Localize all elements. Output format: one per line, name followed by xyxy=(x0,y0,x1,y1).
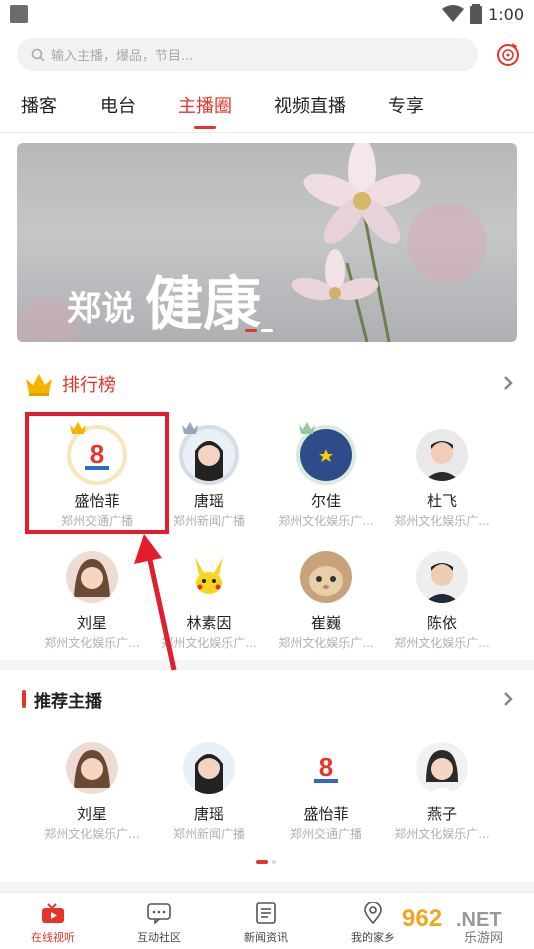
avatar: 8 xyxy=(300,742,352,794)
anchor-name: 尔佳 xyxy=(310,492,341,510)
status-time: 1:00 xyxy=(488,4,524,24)
chevron-right-icon[interactable] xyxy=(502,690,514,708)
svg-text:8: 8 xyxy=(319,752,333,782)
arrow-annotation xyxy=(134,534,177,671)
nav-label: 互动社区 xyxy=(137,931,181,944)
anchor-station: 郑州文化娱乐广... xyxy=(278,514,374,528)
nav-item-news[interactable]: 新闻资讯 xyxy=(213,901,319,945)
anchor-station: 郑州文化娱乐广... xyxy=(394,827,490,841)
chat-icon xyxy=(147,903,171,924)
anchor-station: 郑州交通广播 xyxy=(289,827,362,841)
rank-crown-icon xyxy=(299,422,315,434)
nav-label: 在线视听 xyxy=(31,931,75,944)
svg-text:962: 962 xyxy=(402,905,442,932)
avatar xyxy=(183,551,235,603)
page-dot xyxy=(272,860,276,864)
section-divider xyxy=(0,882,534,892)
tab-bar: 播客 电台 主播圈 视频直播 专享 xyxy=(0,92,534,132)
anchor-station: 郑州文化娱乐广... xyxy=(44,827,140,841)
avatar xyxy=(183,429,235,481)
anchor-station: 郑州文化娱乐广... xyxy=(278,636,374,650)
recommend-title: 推荐主播 xyxy=(34,691,102,712)
notification-icon xyxy=(10,5,28,23)
avatar xyxy=(183,742,235,794)
anchor-station: 郑州新闻广播 xyxy=(172,827,245,841)
anchor-card[interactable]: 崔巍 郑州文化娱乐广... xyxy=(262,547,390,651)
tv-icon xyxy=(42,903,64,923)
avatar xyxy=(416,742,468,794)
anchor-station: 郑州文化娱乐广... xyxy=(394,514,490,528)
recommend-header[interactable]: 推荐主播 xyxy=(22,684,514,714)
anchor-card[interactable]: 杜飞 郑州文化娱乐广... xyxy=(378,425,506,529)
wifi-icon xyxy=(442,5,465,22)
tab-radio[interactable]: 电台 xyxy=(100,92,136,132)
search-placeholder: 输入主播，爆品，节目... xyxy=(51,49,194,64)
status-bar: 1:00 xyxy=(0,0,534,30)
banner-title-big: 健康 xyxy=(145,270,262,338)
anchor-card[interactable]: 刘星 郑州文化娱乐广... xyxy=(28,738,156,842)
tab-video-live[interactable]: 视频直播 xyxy=(274,92,346,132)
svg-text:乐游网: 乐游网 xyxy=(464,931,503,946)
active-tab-indicator xyxy=(194,126,216,129)
tab-exclusive[interactable]: 专享 xyxy=(388,92,424,132)
anchor-card[interactable]: 燕子 郑州文化娱乐广... xyxy=(378,738,506,842)
anchor-name: 盛怡菲 xyxy=(303,805,349,823)
page-dot-active xyxy=(256,860,268,864)
news-icon xyxy=(256,902,276,924)
crown-icon xyxy=(26,374,52,396)
ranking-title: 排行榜 xyxy=(62,375,116,396)
avatar xyxy=(300,429,352,481)
divider xyxy=(0,132,534,133)
section-divider xyxy=(0,660,534,670)
carousel-dot xyxy=(261,329,273,332)
tab-podcast[interactable]: 播客 xyxy=(21,92,57,132)
anchor-card[interactable]: 8 盛怡菲 郑州交通广播 xyxy=(262,738,390,842)
ranking-header[interactable]: 排行榜 xyxy=(24,368,514,400)
anchor-name: 崔巍 xyxy=(310,614,341,632)
carousel-dot-active xyxy=(245,329,257,332)
battery-icon xyxy=(470,4,483,24)
avatar xyxy=(300,551,352,603)
anchor-card[interactable]: 尔佳 郑州文化娱乐广... xyxy=(262,422,390,529)
avatar xyxy=(66,742,118,794)
avatar xyxy=(66,551,118,603)
section-marker xyxy=(22,690,26,708)
anchor-name: 刘星 xyxy=(76,805,107,823)
anchor-card[interactable]: 唐瑶 郑州新闻广播 xyxy=(145,738,273,842)
svg-text:.NET: .NET xyxy=(456,909,502,931)
watermark-logo: 962 .NET 乐游网 xyxy=(394,896,530,946)
banner-title-small: 郑说 xyxy=(67,289,135,329)
nav-item-online-av[interactable]: 在线视听 xyxy=(0,901,106,945)
anchor-name: 唐瑶 xyxy=(193,805,224,823)
avatar xyxy=(416,551,468,603)
search-input[interactable]: 输入主播，爆品，节目... xyxy=(17,38,478,71)
nav-label: 新闻资讯 xyxy=(244,931,288,944)
nav-item-community[interactable]: 互动社区 xyxy=(106,901,212,945)
search-icon xyxy=(31,48,45,62)
page-indicator xyxy=(256,860,276,864)
banner-carousel[interactable]: 郑说 健康 xyxy=(17,143,517,342)
radio-disc-icon[interactable] xyxy=(494,40,522,68)
anchor-name: 燕子 xyxy=(426,805,457,823)
anchor-name: 陈依 xyxy=(426,614,457,632)
anchor-station: 郑州文化娱乐广... xyxy=(394,636,490,650)
avatar xyxy=(416,429,468,481)
rank-crown-icon xyxy=(182,422,198,434)
location-icon xyxy=(364,902,382,924)
chevron-right-icon[interactable] xyxy=(502,374,514,392)
highlight-annotation xyxy=(25,412,169,534)
anchor-card[interactable]: 陈依 郑州文化娱乐广... xyxy=(378,547,506,651)
anchor-name: 杜飞 xyxy=(426,492,457,510)
